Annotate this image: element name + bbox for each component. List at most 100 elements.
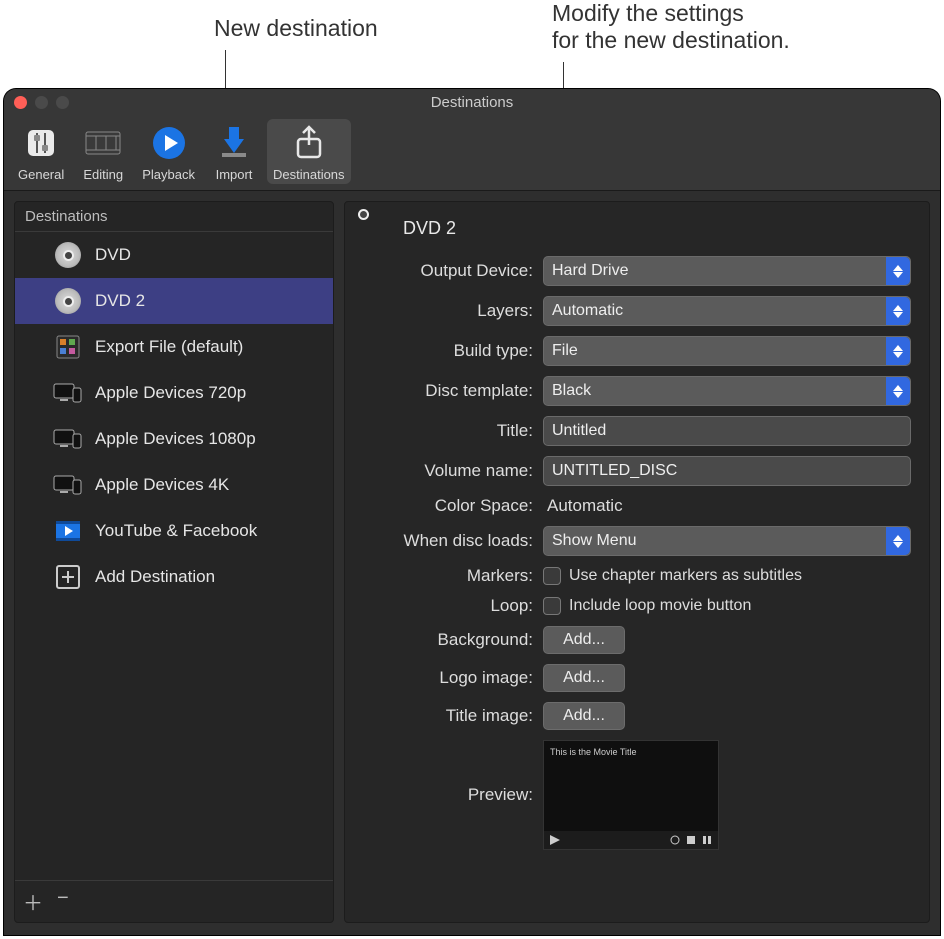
play-icon <box>550 835 560 845</box>
checkbox-markers[interactable] <box>543 567 561 585</box>
label-markers: Markers: <box>363 566 533 586</box>
label-preview: Preview: <box>363 785 533 805</box>
detail-header: DVD 2 <box>363 212 911 256</box>
label-logo-image: Logo image: <box>363 668 533 688</box>
value-color-space: Automatic <box>543 496 911 516</box>
chevron-updown-icon <box>886 337 910 365</box>
toolbar-general[interactable]: General <box>12 119 70 184</box>
sidebar-item-dvd2[interactable]: DVD 2 <box>15 278 333 324</box>
label-title-image: Title image: <box>363 706 533 726</box>
preview-controls <box>544 831 718 849</box>
toolbar-label: General <box>18 167 64 182</box>
label-disc-template: Disc template: <box>363 381 533 401</box>
toolbar-playback[interactable]: Playback <box>136 119 201 184</box>
select-build-type[interactable]: File <box>543 336 911 366</box>
sidebar-item-1080p[interactable]: Apple Devices 1080p <box>15 416 333 462</box>
chevron-updown-icon <box>886 257 910 285</box>
callout-modify-settings: Modify the settings for the new destinat… <box>552 0 790 54</box>
sidebar-item-label: Apple Devices 720p <box>95 383 246 403</box>
slider-icon <box>18 121 64 165</box>
loop-icon <box>670 835 680 845</box>
minimize-window-button[interactable] <box>35 96 48 109</box>
chevron-updown-icon <box>886 527 910 555</box>
checkbox-loop[interactable] <box>543 597 561 615</box>
sidebar-item-dvd[interactable]: DVD <box>15 232 333 278</box>
devices-icon <box>53 424 83 454</box>
callout-new-destination: New destination <box>214 15 378 42</box>
settings-form: Output Device: Hard Drive Layers: Automa… <box>363 256 911 850</box>
checkbox-loop-label: Include loop movie button <box>569 597 751 615</box>
sidebar-item-youtube-facebook[interactable]: YouTube & Facebook <box>15 508 333 554</box>
chevron-updown-icon <box>886 297 910 325</box>
content-area: Destinations DVD DVD 2 Export File (defa… <box>4 191 940 933</box>
film-icon <box>53 332 83 362</box>
devices-icon <box>53 470 83 500</box>
add-button[interactable]: ＋ <box>23 887 43 916</box>
add-logo-button[interactable]: Add... <box>543 664 625 692</box>
preview-caption: This is the Movie Title <box>550 747 637 757</box>
video-play-icon <box>53 516 83 546</box>
label-build-type: Build type: <box>363 341 533 361</box>
disc-icon <box>53 240 83 270</box>
share-icon <box>286 121 332 165</box>
close-window-button[interactable] <box>14 96 27 109</box>
toolbar-import[interactable]: Import <box>205 119 263 184</box>
sidebar-item-label: YouTube & Facebook <box>95 521 257 541</box>
checkbox-markers-label: Use chapter markers as subtitles <box>569 567 802 585</box>
label-background: Background: <box>363 630 533 650</box>
titlebar: Destinations <box>4 89 940 115</box>
select-disc-template[interactable]: Black <box>543 376 911 406</box>
toolbar-editing[interactable]: Editing <box>74 119 132 184</box>
disc-icon <box>53 286 83 316</box>
field-title[interactable]: Untitled <box>543 416 911 446</box>
label-loop: Loop: <box>363 596 533 616</box>
disc-icon <box>363 214 391 242</box>
devices-icon <box>53 378 83 408</box>
select-layers[interactable]: Automatic <box>543 296 911 326</box>
destinations-sidebar: Destinations DVD DVD 2 Export File (defa… <box>14 201 334 923</box>
zoom-window-button[interactable] <box>56 96 69 109</box>
label-color-space: Color Space: <box>363 496 533 516</box>
row-loop: Include loop movie button <box>543 597 911 615</box>
sidebar-item-label: DVD <box>95 245 131 265</box>
sidebar-header: Destinations <box>15 202 333 232</box>
add-title-image-button[interactable]: Add... <box>543 702 625 730</box>
toolbar-label: Playback <box>142 167 195 182</box>
destination-detail-panel: DVD 2 Output Device: Hard Drive Layers: … <box>344 201 930 923</box>
toolbar-label: Import <box>216 167 253 182</box>
label-volume-name: Volume name: <box>363 461 533 481</box>
toolbar-label: Editing <box>83 167 123 182</box>
sidebar-item-label: DVD 2 <box>95 291 145 311</box>
plus-square-icon <box>53 562 83 592</box>
remove-button[interactable]: − <box>57 887 69 916</box>
label-output-device: Output Device: <box>363 261 533 281</box>
destinations-list: DVD DVD 2 Export File (default) <box>15 232 333 880</box>
preferences-window: Destinations General Editing Playback I <box>4 89 940 935</box>
toolbar: General Editing Playback Import Destinat… <box>4 115 940 191</box>
detail-title: DVD 2 <box>403 218 456 239</box>
sidebar-item-add-destination[interactable]: Add Destination <box>15 554 333 600</box>
sidebar-item-label: Apple Devices 1080p <box>95 429 256 449</box>
stop-icon <box>686 835 696 845</box>
toolbar-label: Destinations <box>273 167 345 182</box>
sidebar-item-label: Apple Devices 4K <box>95 475 229 495</box>
sidebar-item-label: Export File (default) <box>95 337 243 357</box>
field-volume-name[interactable]: UNTITLED_DISC <box>543 456 911 486</box>
sidebar-item-720p[interactable]: Apple Devices 720p <box>15 370 333 416</box>
select-when-disc-loads[interactable]: Show Menu <box>543 526 911 556</box>
filmstrip-icon <box>80 121 126 165</box>
toolbar-destinations[interactable]: Destinations <box>267 119 351 184</box>
traffic-lights <box>14 96 69 109</box>
play-icon <box>146 121 192 165</box>
window-title: Destinations <box>4 94 940 111</box>
add-background-button[interactable]: Add... <box>543 626 625 654</box>
select-output-device[interactable]: Hard Drive <box>543 256 911 286</box>
chevron-updown-icon <box>886 377 910 405</box>
chapter-icon <box>702 835 712 845</box>
label-layers: Layers: <box>363 301 533 321</box>
sidebar-item-4k[interactable]: Apple Devices 4K <box>15 462 333 508</box>
preview-thumbnail: This is the Movie Title <box>543 740 719 850</box>
sidebar-item-export-file[interactable]: Export File (default) <box>15 324 333 370</box>
import-arrow-icon <box>211 121 257 165</box>
sidebar-item-label: Add Destination <box>95 567 215 587</box>
